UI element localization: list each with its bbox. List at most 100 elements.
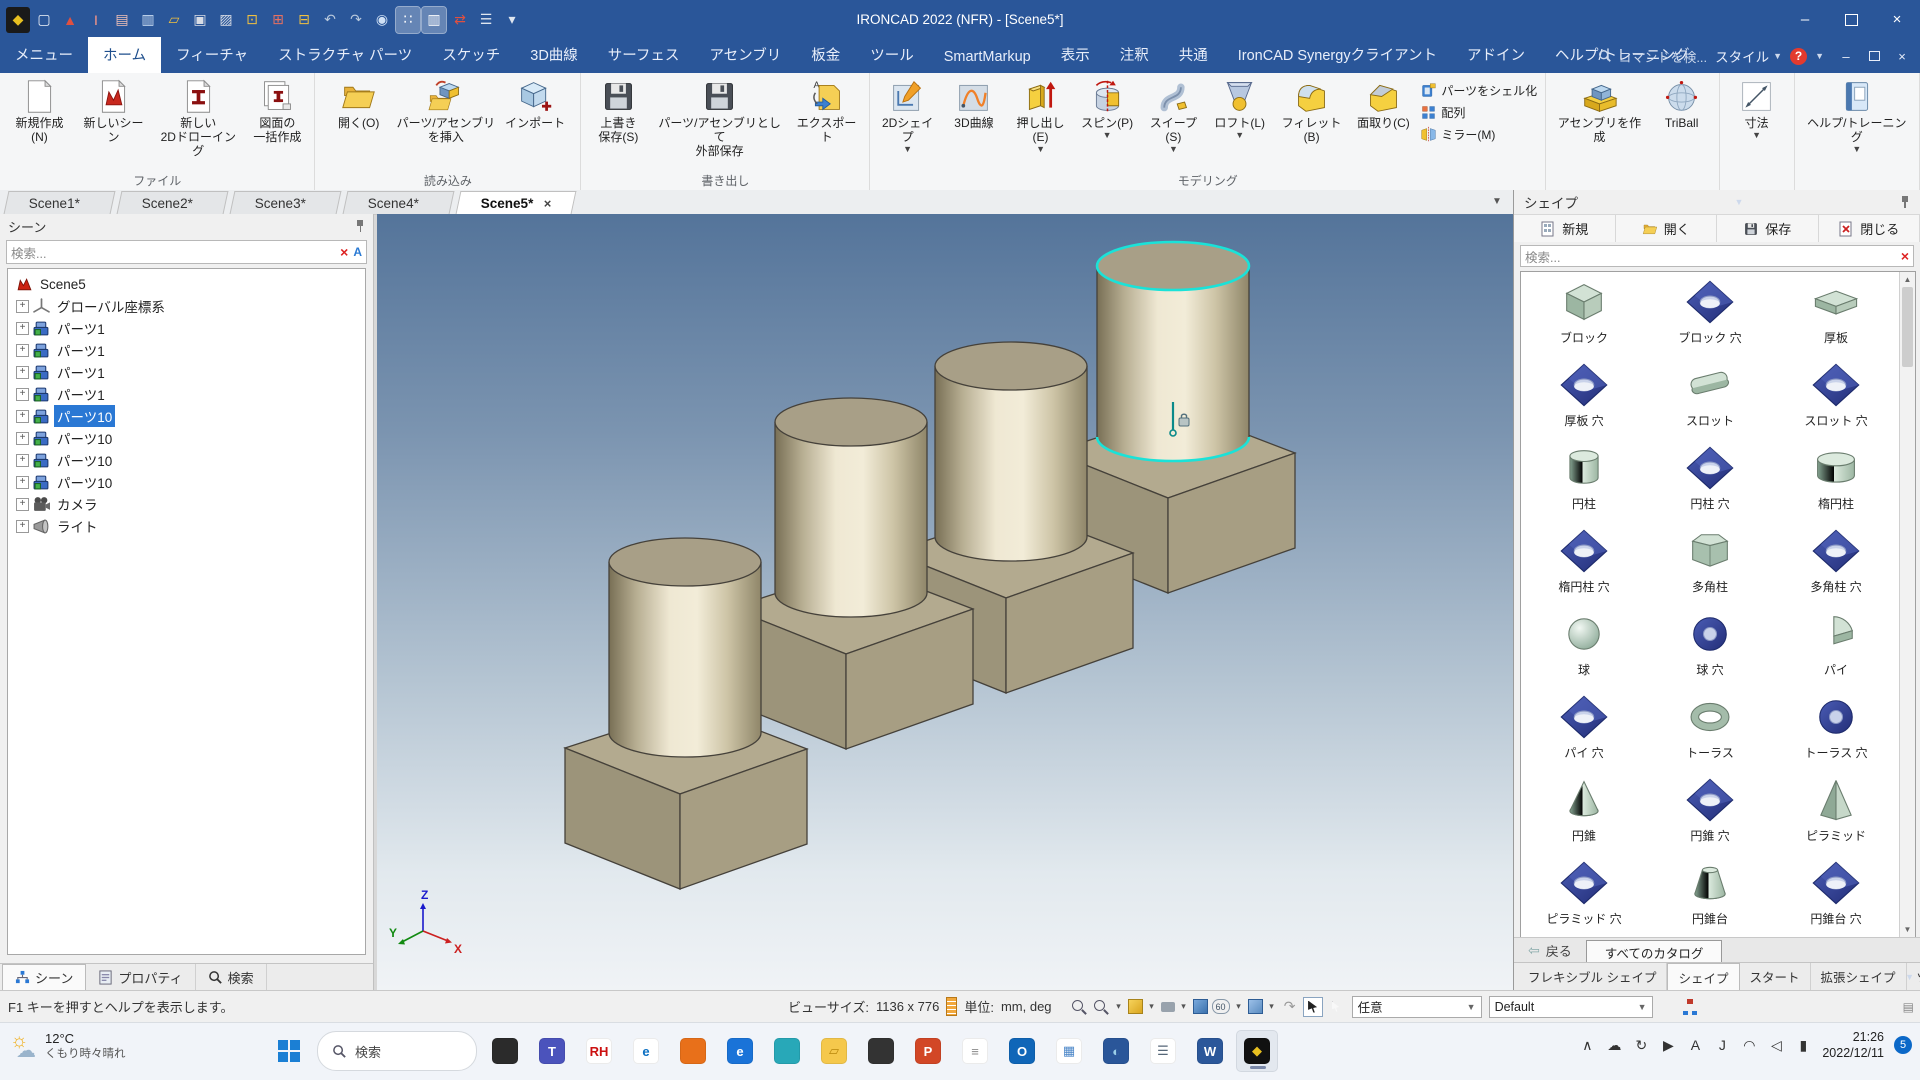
ribbon-button[interactable]: パーツ/アセンブリとして 外部保存▼	[651, 76, 787, 169]
tray-volume-icon[interactable]: ◁	[1767, 1037, 1785, 1054]
expander-icon[interactable]: +	[16, 498, 29, 511]
scene-tab[interactable]: Scene4*	[343, 191, 455, 214]
tree-item[interactable]: + パーツ10	[12, 405, 365, 427]
new-scene-icon[interactable]: ▲	[58, 7, 82, 33]
doc-close-button[interactable]: ×	[1888, 44, 1916, 68]
ribbon-tab[interactable]: フィーチャ	[161, 37, 263, 73]
scene-tab[interactable]: Scene1*	[4, 191, 116, 214]
tree-item[interactable]: + パーツ1	[12, 383, 365, 405]
more-commands-icon[interactable]: ▾	[500, 7, 524, 33]
tray-pen-icon[interactable]: ▮	[1794, 1037, 1812, 1054]
ribbon-button[interactable]: 面取り(C)▼	[1350, 76, 1416, 142]
ribbon-tab[interactable]: ホーム	[88, 37, 161, 73]
restore-button[interactable]	[1828, 0, 1874, 39]
ribbon-tab[interactable]: サーフェス	[593, 37, 695, 73]
scene-box-icon[interactable]	[1248, 999, 1263, 1014]
ribbon-button[interactable]: スピン(P)▼	[1074, 76, 1140, 142]
catalog-item[interactable]: 球	[1521, 608, 1647, 691]
config-tree-icon[interactable]	[1682, 999, 1698, 1015]
tree-item[interactable]: + グローバル座標系	[12, 295, 365, 317]
chevron-down-icon[interactable]: ▼	[1815, 51, 1824, 61]
scene-tab[interactable]: Scene2*	[117, 191, 229, 214]
close-icon[interactable]: ×	[544, 196, 552, 211]
triball-sphere-icon[interactable]: ◉	[370, 7, 394, 33]
taskbar-app-outlook[interactable]: O	[1001, 1030, 1043, 1072]
expander-icon[interactable]: +	[16, 388, 29, 401]
render-mode-icon[interactable]	[1128, 999, 1143, 1014]
tree-item[interactable]: Scene5	[12, 273, 365, 295]
ribbon-button[interactable]: 図面の 一括作成▼	[244, 76, 310, 156]
ribbon-tab[interactable]: SmartMarkup	[929, 42, 1046, 73]
ribbon-button[interactable]: 上書き 保存(S)▼	[585, 76, 651, 156]
catalog-item[interactable]: 円錐	[1521, 774, 1647, 857]
expander-icon[interactable]: +	[16, 300, 29, 313]
catalog-item[interactable]: 円錐台	[1647, 857, 1773, 940]
save-icon[interactable]: ▣	[188, 7, 212, 33]
tray-chevron-icon[interactable]: ∧	[1578, 1037, 1596, 1054]
ribbon-button[interactable]: ヘルプ/トレーニング▼	[1799, 76, 1915, 156]
pin-icon[interactable]	[355, 220, 365, 232]
dropdown-icon[interactable]: ▾	[1234, 998, 1244, 1016]
catalog-item[interactable]: 厚板	[1773, 276, 1899, 359]
catalog-toolbar-button[interactable]: 保存	[1717, 215, 1819, 242]
ribbon-tab[interactable]: アドイン	[1452, 37, 1540, 73]
zoom-in-icon[interactable]	[1070, 998, 1088, 1016]
ribbon-tab[interactable]: アセンブリ	[694, 37, 796, 73]
selection-filter-combobox[interactable]: 任意▼	[1352, 996, 1482, 1018]
panel-tab[interactable]: 検索	[196, 964, 267, 990]
catalog-item[interactable]: トーラス	[1647, 691, 1773, 774]
swap-icon[interactable]: ⇄	[448, 7, 472, 33]
viewport-3d[interactable]: Z Y X	[377, 214, 1513, 990]
doc-minimize-button[interactable]: –	[1832, 44, 1860, 68]
tray-ime-j-icon[interactable]: J	[1713, 1037, 1731, 1053]
tray-wifi-icon[interactable]: ◠	[1740, 1037, 1758, 1054]
all-catalogs-tab[interactable]: すべてのカタログ	[1586, 940, 1723, 963]
tree-item[interactable]: + カメラ	[12, 493, 365, 515]
taskbar-app-globe[interactable]: ◐	[1095, 1030, 1137, 1072]
catalog-tab[interactable]: 拡張シェイプ	[1811, 963, 1907, 990]
save-edit-icon[interactable]: ▨	[214, 7, 238, 33]
ribbon-button[interactable]: TriBall▼	[1649, 76, 1715, 142]
ribbon-button[interactable]: スイープ(S)▼	[1140, 76, 1207, 156]
ribbon-tab[interactable]: 3D曲線	[515, 37, 593, 73]
redo-icon[interactable]: ↷	[344, 7, 368, 33]
ribbon-tab[interactable]: メニュー	[0, 37, 88, 73]
ribbon-button[interactable]: ロフト(L)▼	[1207, 76, 1273, 142]
tree-item[interactable]: + パーツ10	[12, 449, 365, 471]
taskbar-app-edge[interactable]: e	[625, 1030, 667, 1072]
start-button[interactable]	[268, 1030, 310, 1072]
taskbar-app-powerpoint[interactable]: P	[907, 1030, 949, 1072]
catalog-item[interactable]: スロット	[1647, 359, 1773, 442]
ribbon-tab[interactable]: 共通	[1164, 37, 1223, 73]
ribbon-button[interactable]: パーツ/アセンブリ を挿入▼	[392, 76, 501, 156]
catalog-item[interactable]: スロット 穴	[1773, 359, 1899, 442]
list-icon[interactable]: ☰	[474, 7, 498, 33]
app-logo-icon[interactable]: ◆	[6, 7, 30, 33]
tray-ime-a-icon[interactable]: A	[1686, 1037, 1704, 1053]
ribbon-tab[interactable]: 板金	[796, 37, 855, 73]
chevron-down-icon[interactable]: ▼	[1735, 197, 1744, 207]
back-button[interactable]: ⇦戻る	[1514, 938, 1586, 963]
catalog-item[interactable]: パイ 穴	[1521, 691, 1647, 774]
ribbon-small-button[interactable]: ミラー(M)	[1420, 126, 1537, 143]
minimize-button[interactable]: –	[1782, 0, 1828, 39]
expander-icon[interactable]: +	[16, 410, 29, 423]
ribbon-button[interactable]: 3D曲線▼	[941, 76, 1007, 142]
ribbon-tab[interactable]: スケッチ	[427, 37, 515, 73]
scroll-down-icon[interactable]: ▼	[1900, 922, 1915, 937]
taskbar-app-rh[interactable]: RH	[578, 1030, 620, 1072]
scene-tab[interactable]: Scene3*	[230, 191, 342, 214]
catalog-item[interactable]: ブロック	[1521, 276, 1647, 359]
catalog-tab[interactable]: フレキシブル シェイプ	[1518, 963, 1667, 990]
ribbon-button[interactable]: 開く(O)▼	[326, 76, 392, 142]
catalog-item[interactable]: トーラス 穴	[1773, 691, 1899, 774]
catalog-tabs-overflow-icon[interactable]: ▼	[1905, 972, 1914, 982]
new-sheet-icon[interactable]: ▥	[136, 7, 160, 33]
zoom-window-icon[interactable]	[1092, 998, 1110, 1016]
taskbar-search[interactable]: 検索	[317, 1031, 477, 1071]
doc-restore-button[interactable]	[1860, 44, 1888, 68]
catalog-item[interactable]: ピラミッド 穴	[1521, 857, 1647, 940]
catalog-item[interactable]: 楕円柱 穴	[1521, 525, 1647, 608]
tray-sync-icon[interactable]: ↻	[1632, 1037, 1650, 1054]
unit-value[interactable]: mm, deg	[1001, 999, 1052, 1014]
